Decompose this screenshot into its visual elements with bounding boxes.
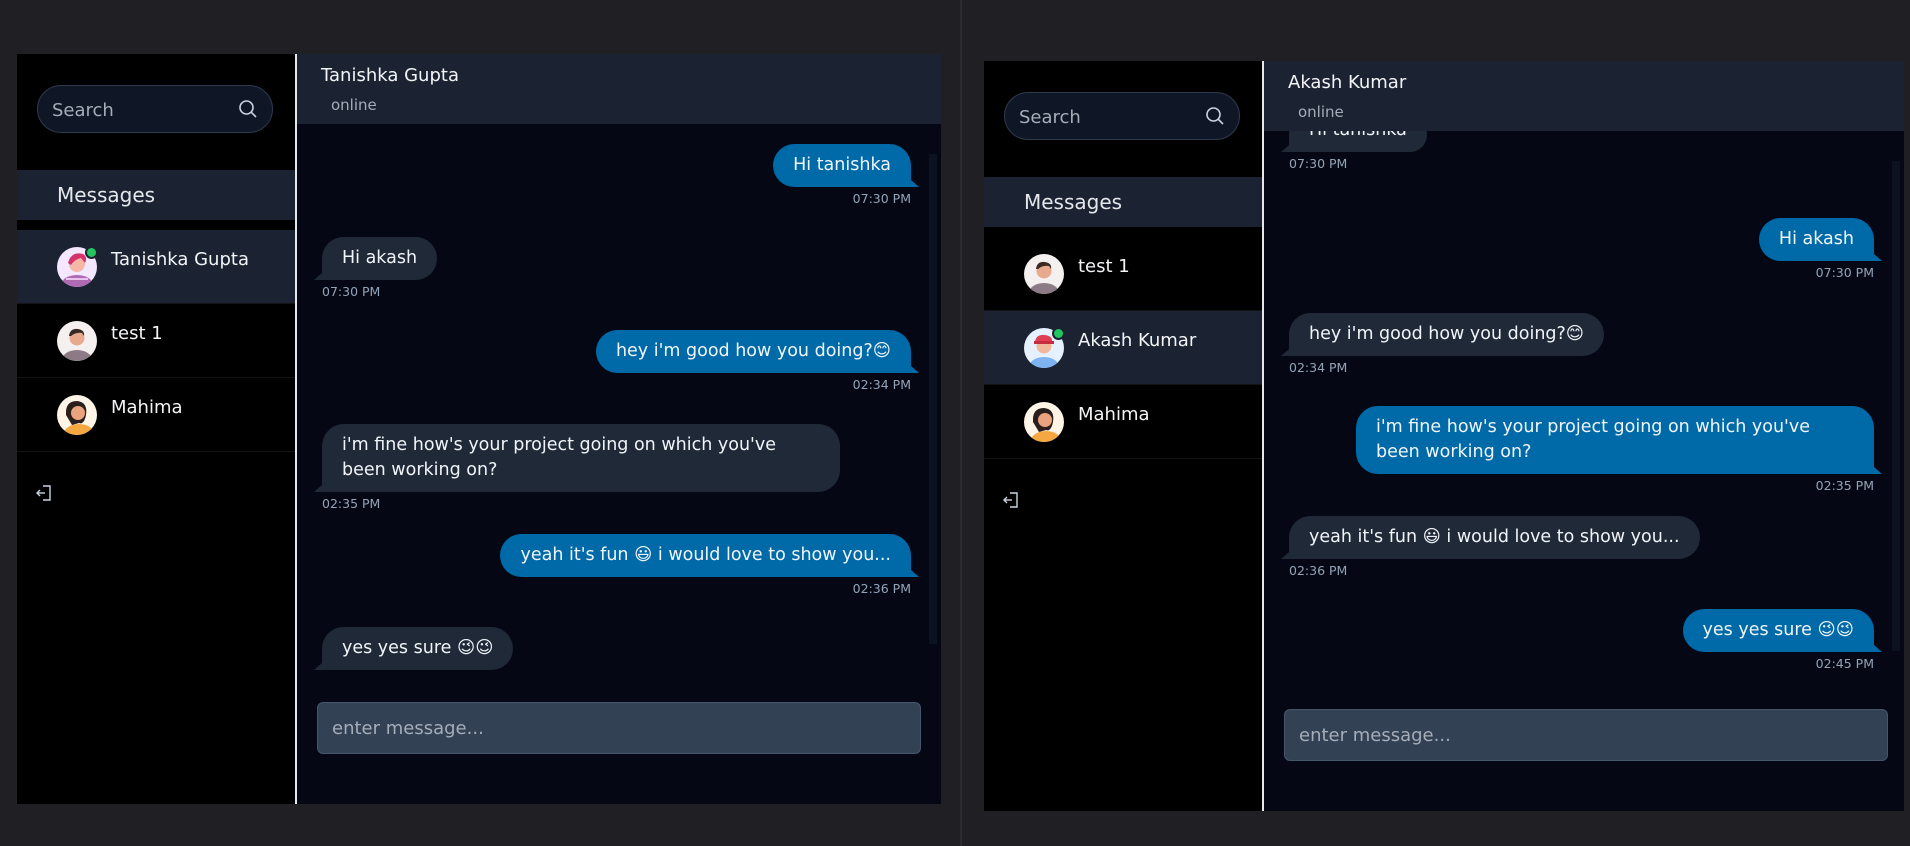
search-input[interactable] bbox=[1017, 93, 1201, 141]
message-received: Hi tanishka 07:30 PM bbox=[1289, 118, 1427, 171]
chat-header: Akash Kumar online bbox=[1264, 61, 1904, 131]
search-input[interactable] bbox=[50, 86, 234, 134]
messages-header: Messages bbox=[17, 170, 295, 220]
contact-name: test 1 bbox=[1078, 256, 1130, 277]
message-time: 07:30 PM bbox=[1289, 156, 1348, 171]
search-icon[interactable] bbox=[238, 99, 258, 119]
contact-item-test-1[interactable]: test 1 bbox=[17, 304, 295, 378]
avatar bbox=[1024, 326, 1065, 368]
message-text: yes yes sure 😉😉 bbox=[1682, 609, 1874, 652]
message-time: 02:35 PM bbox=[1815, 478, 1874, 493]
sidebar: Messages Tanishka Gupta test 1 Mahima bbox=[17, 54, 295, 804]
message-received: Hi akash 07:30 PM bbox=[322, 237, 438, 299]
avatar bbox=[1024, 253, 1064, 294]
message-input[interactable] bbox=[1284, 709, 1888, 761]
message-text: yeah it's fun 😃 i would love to show you… bbox=[500, 534, 911, 577]
avatar bbox=[1024, 401, 1064, 442]
contact-item-mahima[interactable]: Mahima bbox=[984, 385, 1262, 459]
message-sent: yes yes sure 😉😉 02:45 PM bbox=[1682, 609, 1874, 671]
online-status-dot bbox=[85, 245, 98, 259]
search-icon[interactable] bbox=[1205, 106, 1225, 126]
message-sent: Hi akash 07:30 PM bbox=[1758, 218, 1874, 280]
chat-header: Tanishka Gupta online bbox=[297, 54, 941, 124]
message-received: yeah it's fun 😃 i would love to show you… bbox=[1289, 516, 1700, 578]
message-text: i'm fine how's your project going on whi… bbox=[1356, 406, 1874, 474]
chat-status: online bbox=[1298, 103, 1344, 121]
message-sent: yeah it's fun 😃 i would love to show you… bbox=[500, 534, 911, 596]
window-divider bbox=[960, 0, 962, 846]
online-status-dot bbox=[1052, 326, 1065, 340]
message-time: 02:34 PM bbox=[852, 377, 911, 392]
message-text: Hi tanishka bbox=[773, 144, 911, 187]
message-time: 02:45 PM bbox=[1815, 656, 1874, 671]
avatar bbox=[57, 320, 97, 361]
message-time: 07:30 PM bbox=[1815, 265, 1874, 280]
chat-contact-name: Tanishka Gupta bbox=[321, 65, 459, 86]
contact-item-tanishka-gupta[interactable]: Tanishka Gupta bbox=[17, 230, 295, 304]
message-text: Hi akash bbox=[1758, 218, 1874, 261]
logout-icon[interactable] bbox=[1002, 491, 1020, 509]
contact-item-test-1[interactable]: test 1 bbox=[984, 237, 1262, 311]
message-list: Hi tanishka 07:30 PM Hi akash 07:30 PM h… bbox=[1264, 61, 1904, 701]
chat-status: online bbox=[331, 96, 377, 114]
message-sent: i'm fine how's your project going on whi… bbox=[1356, 406, 1874, 493]
message-sent: Hi tanishka 07:30 PM bbox=[773, 144, 911, 206]
message-received: i'm fine how's your project going on whi… bbox=[322, 424, 840, 511]
message-text: yes yes sure 😉😉 bbox=[322, 627, 514, 670]
chat-app-right: Messages test 1 Akash Kumar Mahima bbox=[984, 61, 1904, 811]
sidebar: Messages test 1 Akash Kumar Mahima bbox=[984, 61, 1262, 811]
message-received: hey i'm good how you doing?😊 02:34 PM bbox=[1289, 313, 1605, 375]
contact-name: Mahima bbox=[1078, 404, 1150, 425]
contact-name: Tanishka Gupta bbox=[111, 249, 249, 270]
chat-area: Tanishka Gupta online Hi tanishka 07:30 … bbox=[295, 54, 941, 804]
message-time: 02:35 PM bbox=[322, 496, 381, 511]
message-text: i'm fine how's your project going on whi… bbox=[322, 424, 840, 492]
search-box bbox=[37, 85, 273, 134]
message-time: 07:30 PM bbox=[852, 191, 911, 206]
message-text: hey i'm good how you doing?😊 bbox=[595, 330, 911, 373]
contact-item-mahima[interactable]: Mahima bbox=[17, 378, 295, 452]
contact-name: Mahima bbox=[111, 397, 183, 418]
logout-icon[interactable] bbox=[35, 484, 53, 502]
avatar bbox=[57, 245, 98, 287]
message-time: 07:30 PM bbox=[322, 284, 381, 299]
messages-header: Messages bbox=[984, 177, 1262, 227]
avatar bbox=[57, 394, 97, 435]
message-list: Hi tanishka 07:30 PM Hi akash 07:30 PM h… bbox=[297, 124, 941, 694]
search-box bbox=[1004, 92, 1240, 141]
message-text: yeah it's fun 😃 i would love to show you… bbox=[1289, 516, 1700, 559]
contact-name: Akash Kumar bbox=[1078, 330, 1197, 351]
contact-item-akash-kumar[interactable]: Akash Kumar bbox=[984, 311, 1262, 385]
chat-app-left: Messages Tanishka Gupta test 1 Mahima Ta… bbox=[17, 54, 941, 804]
message-time: 02:34 PM bbox=[1289, 360, 1348, 375]
message-input[interactable] bbox=[317, 702, 921, 754]
chat-contact-name: Akash Kumar bbox=[1288, 72, 1407, 93]
message-text: hey i'm good how you doing?😊 bbox=[1289, 313, 1605, 356]
message-time: 02:36 PM bbox=[1289, 563, 1348, 578]
chat-area: Hi tanishka 07:30 PM Hi akash 07:30 PM h… bbox=[1262, 61, 1904, 811]
contact-name: test 1 bbox=[111, 323, 163, 344]
message-sent: hey i'm good how you doing?😊 02:34 PM bbox=[595, 330, 911, 392]
message-time: 02:36 PM bbox=[852, 581, 911, 596]
message-text: Hi akash bbox=[322, 237, 438, 280]
message-received: yes yes sure 😉😉 bbox=[322, 627, 514, 670]
